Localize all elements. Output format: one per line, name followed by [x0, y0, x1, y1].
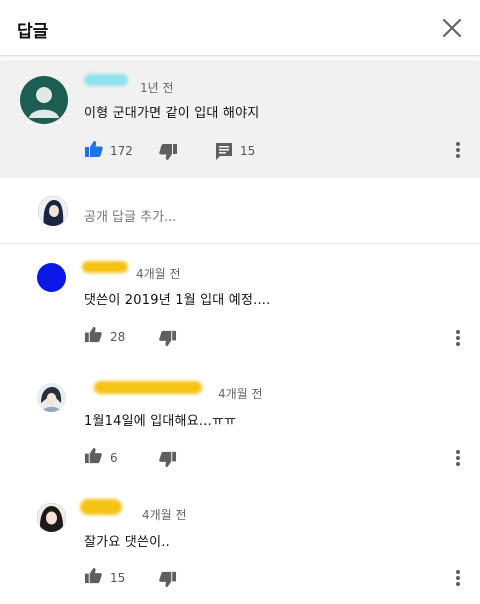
- like-count: 172: [110, 144, 133, 158]
- comment-icon[interactable]: [214, 141, 234, 161]
- thumbs-up-icon[interactable]: [84, 566, 103, 585]
- author-name-redacted: [80, 499, 122, 515]
- avatar: [38, 196, 68, 226]
- comment-text: 댓쓴이 2019년 1월 입대 예정....: [84, 293, 271, 308]
- comment-text: 이형 군대가면 같이 입대 해야지: [84, 106, 260, 121]
- comment-time: 4개월 전: [142, 508, 187, 522]
- thumbs-up-icon[interactable]: [84, 325, 103, 344]
- author-name-redacted: [82, 261, 128, 273]
- add-reply-row[interactable]: 공개 답글 추가...: [0, 180, 480, 244]
- replies-header: 답글: [0, 0, 480, 56]
- author-name-redacted: [84, 74, 128, 86]
- like-count: 6: [110, 451, 118, 465]
- comment-time: 4개월 전: [218, 387, 263, 401]
- like-count: 28: [110, 330, 126, 344]
- user-avatar-icon: [37, 503, 66, 532]
- avatar[interactable]: [37, 503, 66, 532]
- like-count: 15: [110, 571, 126, 585]
- avatar[interactable]: [20, 76, 68, 124]
- comment-time: 4개월 전: [136, 267, 181, 281]
- user-avatar-icon: [38, 196, 68, 226]
- close-icon[interactable]: [438, 14, 466, 42]
- thumbs-up-icon[interactable]: [84, 446, 103, 465]
- thumbs-down-icon[interactable]: [158, 142, 178, 162]
- add-reply-input[interactable]: 공개 답글 추가...: [84, 206, 176, 225]
- default-avatar-icon: [29, 87, 59, 118]
- author-name-redacted: [94, 381, 202, 394]
- comment-text: 1월14일에 입대해요...ㅠㅠ: [84, 414, 237, 429]
- page-title: 답글: [17, 22, 49, 42]
- comment-time: 1년 전: [140, 81, 174, 95]
- avatar[interactable]: [37, 383, 66, 412]
- more-options-icon[interactable]: [453, 328, 463, 348]
- thumbs-down-icon[interactable]: [158, 570, 177, 589]
- more-options-icon[interactable]: [453, 448, 463, 468]
- reply-count: 15: [240, 144, 256, 158]
- thumbs-down-icon[interactable]: [158, 450, 177, 469]
- thumbs-up-icon[interactable]: [84, 139, 104, 159]
- user-avatar-icon: [37, 383, 66, 412]
- comment-text: 잘가요 댓쓴이..: [84, 535, 170, 550]
- avatar[interactable]: [37, 263, 66, 292]
- more-options-icon[interactable]: [453, 140, 463, 160]
- more-options-icon[interactable]: [453, 568, 463, 588]
- thumbs-down-icon[interactable]: [158, 329, 177, 348]
- parent-comment: 1년 전 이형 군대가면 같이 입대 해야지 172 15: [0, 60, 480, 178]
